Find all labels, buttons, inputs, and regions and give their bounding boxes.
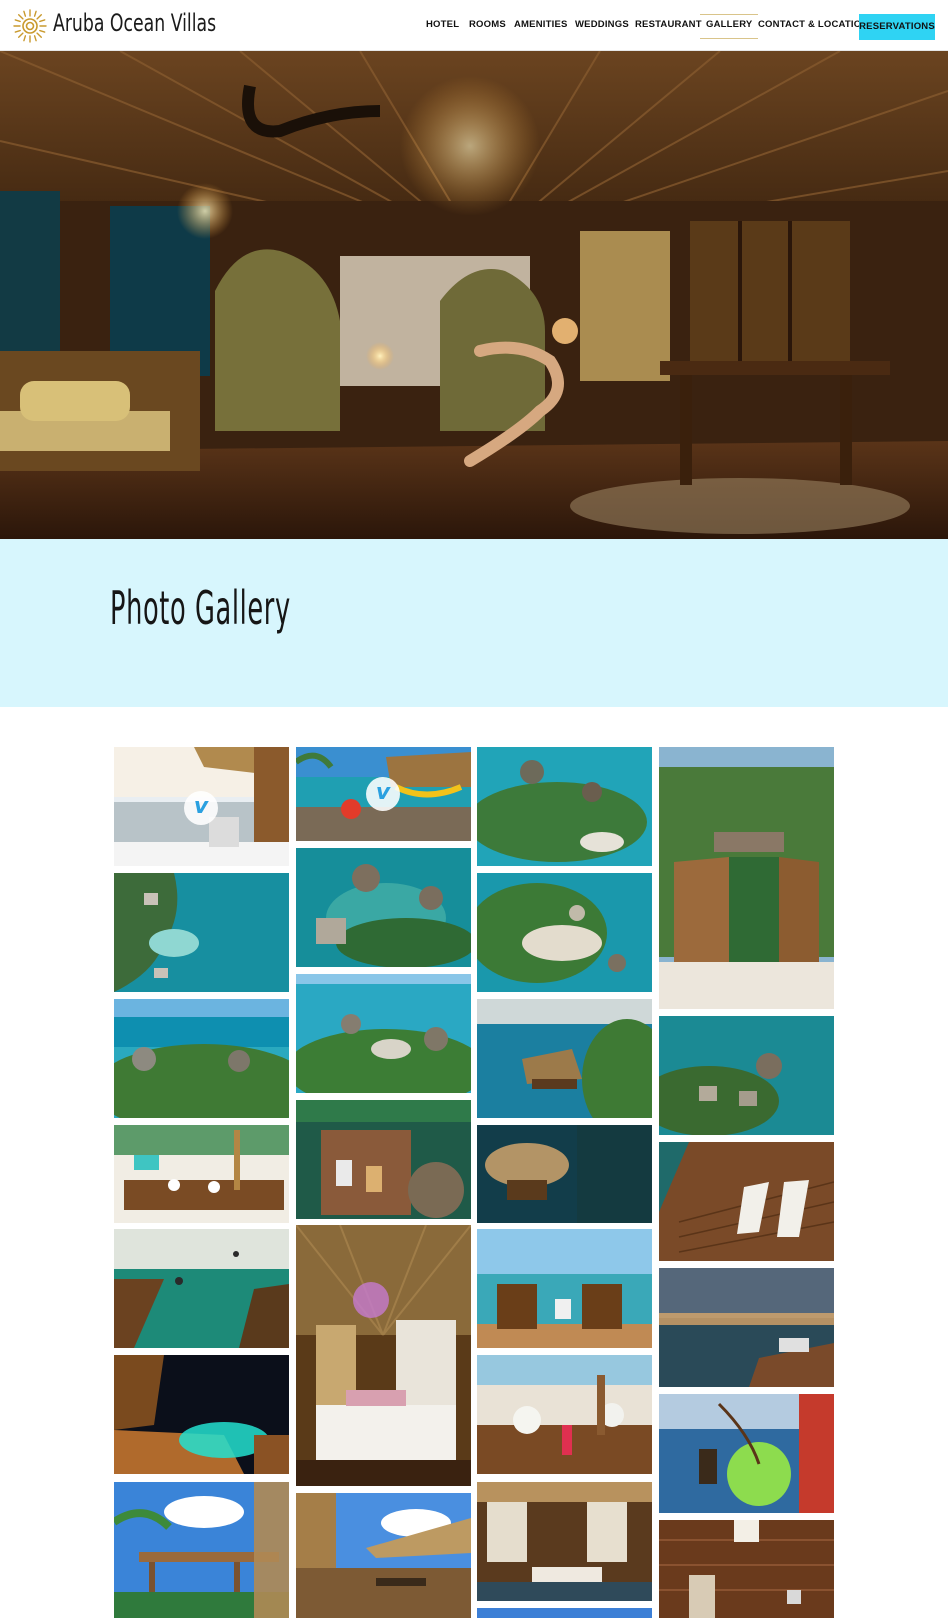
gallery-photo[interactable] (296, 1225, 471, 1486)
gallery-photo[interactable]: v (114, 747, 289, 866)
gallery-photo[interactable] (296, 1493, 471, 1618)
gallery-photo[interactable] (477, 1229, 652, 1348)
vimeo-play-icon[interactable]: v (366, 777, 400, 811)
site-header: Aruba Ocean Villas HOTEL ROOMS AMENITIES… (0, 0, 948, 51)
nav-hotel[interactable]: HOTEL (426, 19, 459, 30)
lobster-catch-photo (659, 1394, 834, 1513)
aerial-huts-photo (296, 848, 471, 967)
night-pier-photo (114, 1355, 289, 1474)
photo-gallery: v v (0, 707, 948, 1618)
deck-chairs-sea-photo (477, 1229, 652, 1348)
villa-interior-photo (0, 51, 948, 539)
island-overview-photo (114, 999, 289, 1118)
gallery-photo[interactable]: v (296, 747, 471, 841)
aerial-lagoon-photo (477, 747, 652, 866)
sky-photo (477, 1608, 652, 1618)
overwater-bungalow-photo (477, 999, 652, 1118)
hero-image (0, 51, 948, 539)
gallery-photo[interactable] (477, 1355, 652, 1474)
gallery-photo[interactable] (477, 873, 652, 992)
reservations-button[interactable]: RESERVATIONS (859, 14, 935, 40)
nav-rooms[interactable]: ROOMS (469, 19, 506, 30)
aerial-beach-photo (477, 873, 652, 992)
gallery-photo[interactable] (659, 1394, 834, 1513)
palapa-dining-photo (296, 1493, 471, 1618)
gallery-photo[interactable] (477, 1608, 652, 1618)
nav-restaurant[interactable]: RESTAURANT (635, 19, 702, 30)
gallery-photo[interactable] (477, 999, 652, 1118)
gallery-photo[interactable] (114, 873, 289, 992)
deck-loungers-aerial-photo (296, 1100, 471, 1219)
vimeo-play-icon[interactable]: v (184, 791, 218, 825)
gallery-photo[interactable] (114, 1355, 289, 1474)
gallery-photo[interactable] (477, 1125, 652, 1223)
gallery-photo[interactable] (659, 747, 834, 1009)
gallery-photo[interactable] (114, 1125, 289, 1223)
hut-over-water-photo (477, 1125, 652, 1223)
wooden-bathroom-photo (659, 1520, 834, 1618)
gallery-photo[interactable] (477, 747, 652, 866)
gallery-photo[interactable] (659, 1268, 834, 1387)
sun-logo-icon[interactable] (12, 8, 48, 44)
gallery-photo[interactable] (114, 1229, 289, 1348)
gallery-photo[interactable] (477, 1482, 652, 1601)
sun-deck-loungers-photo (659, 1142, 834, 1261)
gallery-photo[interactable] (659, 1520, 834, 1618)
page-title: Photo Gallery (110, 581, 291, 635)
gallery-photo[interactable] (296, 848, 471, 967)
sunset-sea-photo (659, 1268, 834, 1387)
brand-name[interactable]: Aruba Ocean Villas (53, 9, 216, 37)
aerial-reef-huts-photo (659, 1016, 834, 1135)
nav-gallery[interactable]: GALLERY (699, 14, 759, 39)
island-resort-photo (296, 974, 471, 1093)
restaurant-deck-photo (477, 1355, 652, 1474)
villa-lounge-photo (477, 1482, 652, 1601)
dining-terrace-photo (114, 1125, 289, 1223)
page-title-band: Photo Gallery (0, 539, 948, 707)
nav-contact-location[interactable]: CONTACT & LOCATION (758, 19, 868, 30)
canopy-bedroom-photo (296, 1225, 471, 1486)
jump-into-sea-photo (114, 1229, 289, 1348)
gallery-photo[interactable] (659, 1142, 834, 1261)
wooden-gate-photo (659, 747, 834, 1009)
gallery-photo[interactable] (659, 1016, 834, 1135)
aerial-island-photo (114, 873, 289, 992)
gallery-photo[interactable] (296, 1100, 471, 1219)
gallery-photo[interactable] (114, 999, 289, 1118)
gallery-photo[interactable] (296, 974, 471, 1093)
gallery-photo[interactable] (114, 1482, 289, 1618)
nav-weddings[interactable]: WEDDINGS (575, 19, 629, 30)
nav-amenities[interactable]: AMENITIES (514, 19, 568, 30)
pergola-garden-photo (114, 1482, 289, 1618)
